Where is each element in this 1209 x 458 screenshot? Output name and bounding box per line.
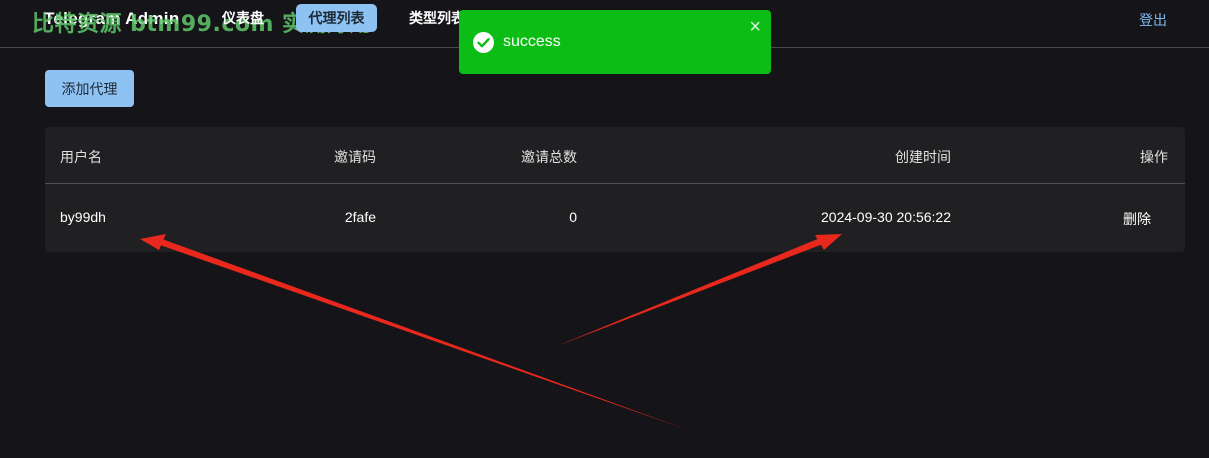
- nav-dashboard[interactable]: 仪表盘: [222, 4, 264, 32]
- add-agent-button[interactable]: 添加代理: [45, 70, 134, 107]
- cell-invite-total: 0: [569, 209, 577, 225]
- close-icon[interactable]: ×: [749, 17, 761, 37]
- nav-agent-list[interactable]: 代理列表: [296, 4, 377, 32]
- app-brand: Telegram Admin: [44, 9, 180, 28]
- column-header-invite-total: 邀请总数: [521, 149, 577, 165]
- arrow-to-username: [140, 234, 688, 430]
- check-circle-icon: [473, 32, 494, 53]
- toast-message: success: [503, 33, 561, 50]
- cell-invite-code: 2fafe: [344, 209, 376, 225]
- agent-table: 用户名 邀请码 邀请总数 创建时间 操作 by99dh 2fafe 0 2024…: [45, 127, 1185, 252]
- column-header-invite-code: 邀请码: [334, 149, 376, 165]
- success-toast: success ×: [459, 10, 771, 74]
- cell-created-at: 2024-09-30 20:56:22: [821, 209, 951, 225]
- table-header: 用户名 邀请码 邀请总数 创建时间 操作: [45, 127, 1185, 184]
- column-header-created-at: 创建时间: [895, 149, 951, 165]
- table-row: by99dh 2fafe 0 2024-09-30 20:56:22 删除: [45, 184, 1185, 252]
- column-header-actions: 操作: [1140, 149, 1168, 165]
- delete-button[interactable]: 删除: [1123, 209, 1151, 229]
- logout-link[interactable]: 登出: [1139, 10, 1167, 30]
- cell-username: by99dh: [60, 209, 106, 225]
- column-header-username: 用户名: [60, 149, 102, 165]
